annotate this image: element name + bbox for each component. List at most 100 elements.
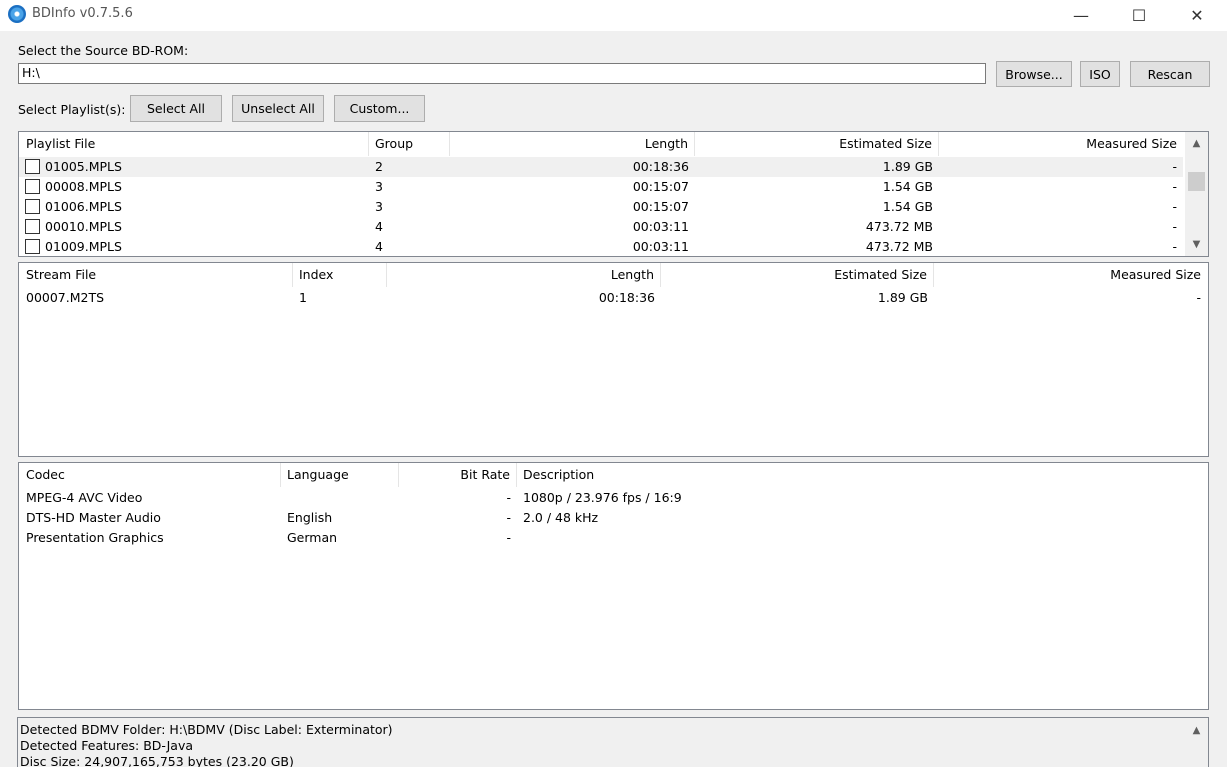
col-group[interactable]: Group	[369, 132, 450, 156]
playlist-estimated-size: 1.54 GB	[882, 199, 933, 214]
playlist-table[interactable]: Playlist File Group Length Estimated Siz…	[18, 131, 1209, 257]
codec-table[interactable]: Codec Language Bit Rate Description MPEG…	[18, 462, 1209, 710]
playlist-file: 01005.MPLS	[45, 159, 122, 174]
playlist-measured-size: -	[1172, 159, 1177, 174]
col-description[interactable]: Description	[517, 463, 1206, 487]
playlist-group: 4	[375, 239, 383, 254]
playlist-measured-size: -	[1172, 219, 1177, 234]
maximize-icon[interactable]: ☐	[1110, 0, 1168, 31]
col-measured-size[interactable]: Measured Size	[939, 132, 1183, 156]
scroll-thumb[interactable]	[1188, 172, 1205, 191]
col-index[interactable]: Index	[293, 263, 387, 287]
scroll-up-icon[interactable]: ▲	[1185, 722, 1208, 739]
stream-table-header: Stream File Index Length Estimated Size …	[19, 263, 1208, 287]
codec-description: 2.0 / 48 kHz	[523, 510, 599, 525]
close-icon[interactable]: ✕	[1168, 0, 1226, 31]
minimize-icon[interactable]: —	[1052, 0, 1110, 31]
codec-language: English	[287, 510, 333, 525]
col-stream-file[interactable]: Stream File	[20, 263, 293, 287]
playlist-length: 00:15:07	[632, 179, 689, 194]
codec-name: Presentation Graphics	[26, 530, 164, 545]
col-length[interactable]: Length	[450, 132, 695, 156]
codec-language: German	[287, 530, 338, 545]
stream-length: 00:18:36	[598, 290, 655, 305]
bdinfo-disc-icon	[8, 5, 26, 23]
table-row[interactable]: MPEG-4 AVC Video - 1080p / 23.976 fps / …	[19, 488, 1207, 508]
playlist-group: 3	[375, 179, 383, 194]
source-label: Select the Source BD-ROM:	[18, 43, 189, 58]
playlist-estimated-size: 1.54 GB	[882, 179, 933, 194]
status-line: Detected Features: BD-Java	[20, 738, 194, 753]
table-row[interactable]: 01009.MPLS 4 00:03:11 473.72 MB -	[19, 237, 1183, 256]
table-row[interactable]: 00007.M2TS 1 00:18:36 1.89 GB -	[19, 288, 1207, 308]
scroll-down-icon[interactable]: ▼	[1185, 236, 1208, 253]
playlist-estimated-size: 1.89 GB	[882, 159, 933, 174]
codec-bit-rate: -	[506, 530, 511, 545]
codec-bit-rate: -	[506, 510, 511, 525]
col-estimated-size[interactable]: Estimated Size	[695, 132, 939, 156]
stream-measured-size: -	[1196, 290, 1201, 305]
playlist-length: 00:03:11	[632, 219, 689, 234]
row-checkbox[interactable]	[25, 239, 40, 254]
codec-table-header: Codec Language Bit Rate Description	[19, 463, 1208, 487]
codec-bit-rate: -	[506, 490, 511, 505]
stream-index: 1	[299, 290, 307, 305]
playlist-length: 00:03:11	[632, 239, 689, 254]
playlist-length: 00:15:07	[632, 199, 689, 214]
playlist-group: 3	[375, 199, 383, 214]
select-playlists-label: Select Playlist(s):	[18, 102, 126, 117]
codec-name: MPEG-4 AVC Video	[26, 490, 143, 505]
row-checkbox[interactable]	[25, 199, 40, 214]
playlist-file: 01006.MPLS	[45, 199, 122, 214]
col-measured-size[interactable]: Measured Size	[934, 263, 1207, 287]
stream-file: 00007.M2TS	[26, 290, 105, 305]
table-row[interactable]: 01006.MPLS 3 00:15:07 1.54 GB -	[19, 197, 1183, 217]
unselect-all-button[interactable]: Unselect All	[232, 95, 324, 122]
playlist-measured-size: -	[1172, 199, 1177, 214]
source-path-input[interactable]: H:\	[18, 63, 986, 84]
status-report-box[interactable]: Detected BDMV Folder: H:\BDMV (Disc Labe…	[17, 717, 1209, 767]
col-bit-rate[interactable]: Bit Rate	[399, 463, 517, 487]
table-row[interactable]: DTS-HD Master Audio English - 2.0 / 48 k…	[19, 508, 1207, 528]
stream-estimated-size: 1.89 GB	[877, 290, 928, 305]
row-checkbox[interactable]	[25, 179, 40, 194]
browse-button[interactable]: Browse...	[996, 61, 1072, 87]
iso-button[interactable]: ISO	[1080, 61, 1120, 87]
playlist-scrollbar[interactable]: ▲ ▼	[1185, 132, 1208, 256]
rescan-button[interactable]: Rescan	[1130, 61, 1210, 87]
col-estimated-size[interactable]: Estimated Size	[661, 263, 934, 287]
table-row[interactable]: 00008.MPLS 3 00:15:07 1.54 GB -	[19, 177, 1183, 197]
col-codec[interactable]: Codec	[20, 463, 281, 487]
scroll-up-icon[interactable]: ▲	[1185, 135, 1208, 152]
title-bar: BDInfo v0.7.5.6 — ☐ ✕	[0, 0, 1227, 31]
playlist-measured-size: -	[1172, 239, 1177, 254]
playlist-group: 2	[375, 159, 383, 174]
col-playlist-file[interactable]: Playlist File	[20, 132, 369, 156]
col-length[interactable]: Length	[387, 263, 661, 287]
row-checkbox[interactable]	[25, 159, 40, 174]
row-checkbox[interactable]	[25, 219, 40, 234]
codec-name: DTS-HD Master Audio	[26, 510, 161, 525]
status-line: Detected BDMV Folder: H:\BDMV (Disc Labe…	[20, 722, 393, 737]
playlist-length: 00:18:36	[632, 159, 689, 174]
playlist-table-header: Playlist File Group Length Estimated Siz…	[19, 132, 1208, 156]
window-title: BDInfo v0.7.5.6	[32, 6, 133, 21]
table-row[interactable]: 00010.MPLS 4 00:03:11 473.72 MB -	[19, 217, 1183, 237]
status-scrollbar[interactable]: ▲	[1185, 718, 1208, 767]
stream-table[interactable]: Stream File Index Length Estimated Size …	[18, 262, 1209, 457]
status-line: Disc Size: 24,907,165,753 bytes (23.20 G…	[20, 754, 294, 767]
table-row[interactable]: Presentation Graphics German -	[19, 528, 1207, 548]
playlist-group: 4	[375, 219, 383, 234]
playlist-estimated-size: 473.72 MB	[865, 219, 933, 234]
playlist-file: 00010.MPLS	[45, 219, 122, 234]
codec-description: 1080p / 23.976 fps / 16:9	[523, 490, 682, 505]
table-row[interactable]: 01005.MPLS 2 00:18:36 1.89 GB -	[19, 157, 1183, 177]
select-all-button[interactable]: Select All	[130, 95, 222, 122]
playlist-estimated-size: 473.72 MB	[865, 239, 933, 254]
custom-button[interactable]: Custom...	[334, 95, 425, 122]
playlist-file: 01009.MPLS	[45, 239, 122, 254]
col-language[interactable]: Language	[281, 463, 399, 487]
playlist-measured-size: -	[1172, 179, 1177, 194]
playlist-file: 00008.MPLS	[45, 179, 122, 194]
codec-description	[517, 528, 529, 548]
